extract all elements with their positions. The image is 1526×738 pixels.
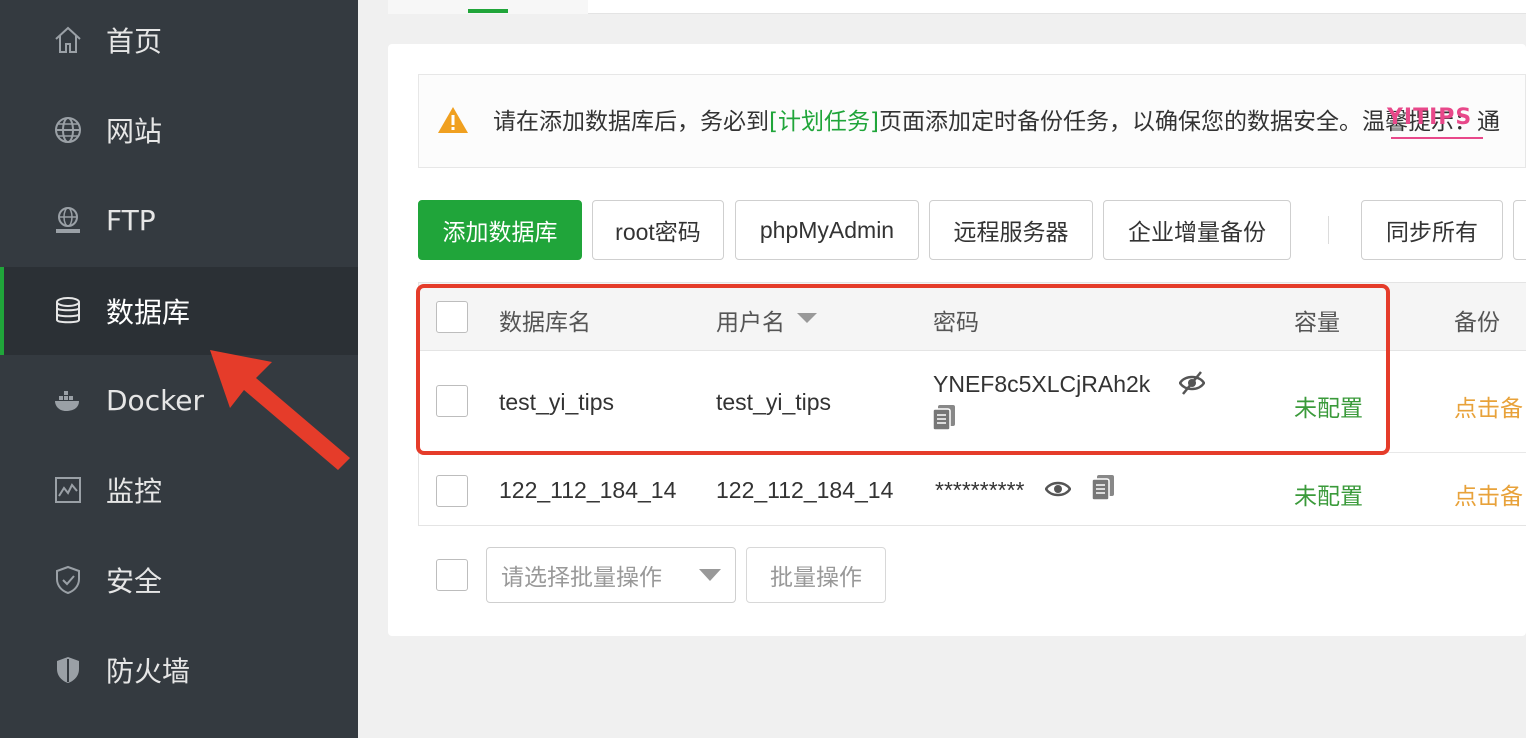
header-backup: 备份 xyxy=(1454,309,1500,335)
database-panel: 请在添加数据库后，务必到[计划任务]页面添加定时备份任务，以确保您的数据安全。温… xyxy=(388,44,1526,636)
eye-hide-icon[interactable] xyxy=(1179,369,1205,397)
database-icon xyxy=(50,293,86,329)
db-user: test_yi_tips xyxy=(716,389,832,415)
cron-task-link[interactable]: [计划任务] xyxy=(769,109,879,135)
remote-server-button[interactable]: 远程服务器 xyxy=(929,200,1093,260)
toolbar-divider xyxy=(1328,216,1329,244)
capacity-unconfigured-link[interactable]: 未配置 xyxy=(1294,477,1363,511)
chevron-down-icon xyxy=(699,569,721,581)
db-name: 122_112_184_14 xyxy=(499,477,677,503)
select-all-checkbox[interactable] xyxy=(436,301,468,333)
phpmyadmin-button[interactable]: phpMyAdmin xyxy=(735,200,919,260)
bulk-action-placeholder: 请选择批量操作 xyxy=(501,565,662,591)
docker-icon xyxy=(50,382,86,418)
watermark-underline xyxy=(1391,137,1483,139)
sidebar-item-label: 数据库 xyxy=(106,296,191,329)
sidebar-item-label: Docker xyxy=(106,383,205,417)
sidebar-item-label: 网站 xyxy=(106,115,163,148)
sort-down-icon[interactable] xyxy=(797,313,817,323)
monitor-icon xyxy=(50,472,86,508)
sync-all-button[interactable]: 同步所有 xyxy=(1361,200,1503,260)
table-row: 122_112_184_14 122_112_184_14 **********… xyxy=(419,453,1526,527)
warning-icon xyxy=(438,107,468,133)
backup-link[interactable]: 点击备 xyxy=(1454,389,1523,423)
firewall-icon xyxy=(50,652,86,688)
row-checkbox[interactable] xyxy=(436,475,468,507)
sidebar-item-home[interactable]: 首页 xyxy=(0,0,358,84)
shield-icon xyxy=(50,562,86,598)
active-tab-indicator xyxy=(468,9,508,13)
header-capacity: 容量 xyxy=(1294,309,1340,335)
globe-icon xyxy=(50,112,86,148)
db-password: YNEF8c5XLCjRAh2k xyxy=(933,371,1151,397)
copy-icon[interactable] xyxy=(931,403,957,431)
capacity-unconfigured-link[interactable]: 未配置 xyxy=(1294,389,1363,423)
sidebar-item-label: 安全 xyxy=(106,565,163,598)
header-user[interactable]: 用户名 xyxy=(716,303,785,337)
watermark-logo: YITIPS xyxy=(1387,105,1473,130)
backup-notice: 请在添加数据库后，务必到[计划任务]页面添加定时备份任务，以确保您的数据安全。温… xyxy=(418,74,1526,168)
header-password: 密码 xyxy=(933,309,979,335)
top-tab-strip xyxy=(388,0,1526,14)
sidebar-item-ftp[interactable]: FTP xyxy=(0,176,358,264)
sidebar-item-security[interactable]: 安全 xyxy=(0,536,358,624)
bulk-action-select[interactable]: 请选择批量操作 xyxy=(486,547,736,603)
db-user: 122_112_184_14 xyxy=(716,477,894,503)
sidebar-item-website[interactable]: 网站 xyxy=(0,86,358,174)
sidebar-item-label: 首页 xyxy=(106,25,163,58)
sidebar-item-firewall[interactable]: 防火墙 xyxy=(0,626,358,714)
sidebar: 首页 网站 FTP 数据库 Docker 监控 安全 防火墙 xyxy=(0,0,358,738)
db-name: test_yi_tips xyxy=(499,389,615,415)
db-password: ********** xyxy=(935,477,1025,503)
backup-link[interactable]: 点击备 xyxy=(1454,477,1523,511)
eye-show-icon[interactable] xyxy=(1045,475,1071,503)
sidebar-item-label: FTP xyxy=(106,203,156,237)
sidebar-item-label: 防火墙 xyxy=(106,655,191,688)
sidebar-item-database[interactable]: 数据库 xyxy=(0,267,358,355)
bulk-select-checkbox[interactable] xyxy=(436,559,468,591)
copy-icon[interactable] xyxy=(1090,473,1116,501)
notice-text: 请在添加数据库后，务必到[计划任务]页面添加定时备份任务，以确保您的数据安全。温… xyxy=(493,75,1500,167)
row-checkbox[interactable] xyxy=(436,385,468,417)
header-name[interactable]: 数据库名 xyxy=(499,303,591,337)
ftp-icon xyxy=(50,202,86,238)
sidebar-item-monitor[interactable]: 监控 xyxy=(0,446,358,534)
table-header: 数据库名 用户名 密码 容量 备份 xyxy=(419,283,1526,351)
sidebar-item-label: 监控 xyxy=(106,475,163,508)
root-password-button[interactable]: root密码 xyxy=(592,200,724,260)
incremental-backup-button[interactable]: 企业增量备份 xyxy=(1103,200,1291,260)
more-button[interactable] xyxy=(1513,200,1526,260)
table-row: test_yi_tips test_yi_tips YNEF8c5XLCjRAh… xyxy=(419,351,1526,453)
database-table: 数据库名 用户名 密码 容量 备份 test_yi_tips test_yi_t… xyxy=(418,282,1526,526)
bulk-action-button[interactable]: 批量操作 xyxy=(746,547,886,603)
sidebar-item-docker[interactable]: Docker xyxy=(0,356,358,444)
notice-text-before: 请在添加数据库后，务必到 xyxy=(493,109,769,135)
home-icon xyxy=(50,22,86,58)
add-database-button[interactable]: 添加数据库 xyxy=(418,200,582,260)
